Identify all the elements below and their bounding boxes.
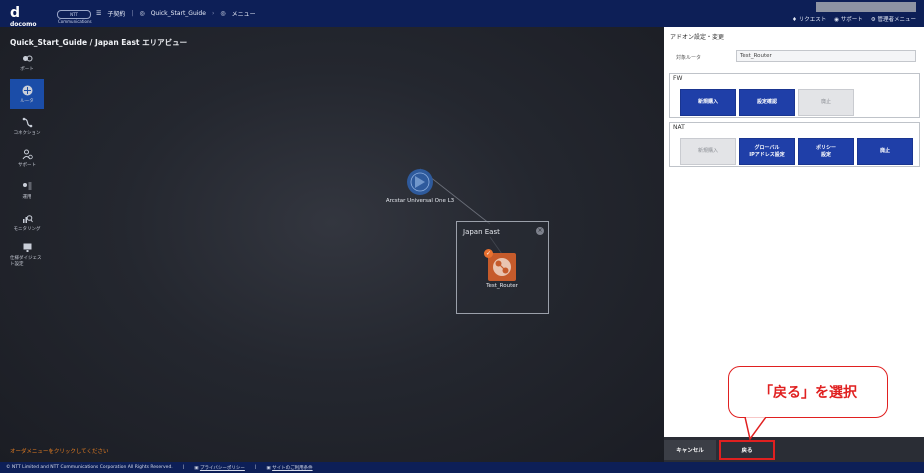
target-router-field[interactable]: Test_Router [736,50,916,62]
breadcrumb-contract[interactable]: 子契約 [107,9,125,18]
admin-menu-link[interactable]: ⚙ 管理者メニュー [871,15,916,23]
breadcrumb: ☰ 子契約 | ◎ Quick_Start_Guide › ◎ メニュー [96,9,256,18]
menu-icon: ◎ [220,10,226,17]
l3-network-node[interactable] [407,169,433,195]
back-button[interactable]: 戻る [719,440,775,460]
callout-pointer [744,417,767,441]
router-icon [493,258,511,276]
check-icon: ✓ [484,249,493,258]
header-links: ♦ リクエスト ◉ サポート ⚙ 管理者メニュー [792,15,916,23]
fw-section: FW 新規購入 設定確認 廃止 [669,73,920,118]
connection-line [419,168,503,255]
l3-node-label: Arcstar Universal One L3 [385,198,455,204]
breadcrumb-project[interactable]: Quick_Start_Guide [151,10,206,17]
callout-text: 「戻る」を選択 [759,385,857,401]
nat-policy-settings-button[interactable]: ポリシー 設定 [798,138,854,165]
nat-abolish-button[interactable]: 廃止 [857,138,913,165]
grid-icon: ◎ [139,10,145,17]
instruction-callout: 「戻る」を選択 [728,366,888,418]
nat-section: NAT 新規購入 グローバル IPアドレス設定 ポリシー 設定 廃止 [669,122,920,167]
contract-list-icon: ☰ [96,10,102,17]
target-router-label: 対象ルータ [676,55,702,61]
nat-title: NAT [673,124,685,131]
bell-icon: ♦ [792,17,799,23]
ntt-logo: NTT Communications [57,10,92,24]
breadcrumb-menu[interactable]: メニュー [232,9,256,18]
request-link[interactable]: ♦ リクエスト [792,15,826,23]
chevron-right-icon: › [211,10,215,17]
area-view-canvas[interactable]: Quick_Start_Guide / Japan East エリアビュー ポー… [0,27,664,462]
terms-of-use-link[interactable]: ▣ サイトのご利用条件 [266,465,312,471]
top-bar: d docomo business NTT Communications ☰ 子… [0,0,924,35]
area-name: Japan East [463,228,500,236]
user-name-box[interactable] [816,2,916,12]
fw-new-purchase-button[interactable]: 新規購入 [680,89,736,116]
router-label: Test_Router [486,283,518,289]
order-menu-hint: オーダメニューをクリックしてください [10,449,109,455]
network-globe-icon [410,172,430,192]
support-link[interactable]: ◉ サポート [834,15,863,23]
nat-new-purchase-button[interactable]: 新規購入 [680,138,736,165]
panel-title: アドオン設定・変更 [670,34,725,41]
router-node[interactable] [488,253,516,281]
fw-abolish-button[interactable]: 廃止 [798,89,854,116]
fw-settings-confirm-button[interactable]: 設定確認 [739,89,795,116]
privacy-policy-link[interactable]: ▣ プライバシーポリシー [194,465,245,471]
close-icon[interactable]: × [536,227,544,235]
fw-title: FW [673,75,683,82]
cancel-button[interactable]: キャンセル [664,440,716,460]
footer: © NTT Limited and NTT Communications Cor… [0,462,924,473]
copyright: © NTT Limited and NTT Communications Cor… [6,465,173,470]
nat-global-ip-settings-button[interactable]: グローバル IPアドレス設定 [739,138,795,165]
